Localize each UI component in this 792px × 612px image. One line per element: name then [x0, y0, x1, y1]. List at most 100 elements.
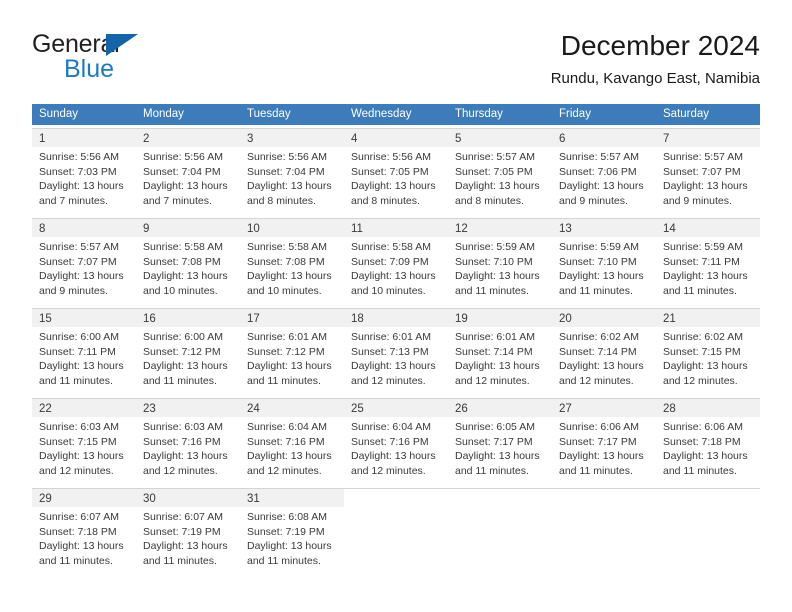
day-number: 6 — [559, 133, 566, 145]
daylight-text-line1: Daylight: 13 hours — [559, 450, 644, 463]
day-number-band: 22 — [32, 399, 136, 417]
calendar-day-cell[interactable]: 29 Sunrise: 6:07 AM Sunset: 7:18 PM Dayligh… — [32, 488, 136, 575]
general-blue-logo[interactable]: General Blue — [32, 30, 212, 86]
calendar-day-cell[interactable]: 16 Sunrise: 6:00 AM Sunset: 7:12 PM Dayligh… — [136, 308, 240, 395]
calendar-day-cell[interactable]: 4 Sunrise: 5:56 AM Sunset: 7:05 PM Daylight… — [344, 128, 448, 215]
day-details — [656, 507, 760, 510]
calendar-day-cell[interactable]: 18 Sunrise: 6:01 AM Sunset: 7:13 PM Dayligh… — [344, 308, 448, 395]
calendar-day-cell[interactable]: 27 Sunrise: 6:06 AM Sunset: 7:17 PM Dayligh… — [552, 398, 656, 485]
day-details: Sunrise: 6:05 AM Sunset: 7:17 PM Daylight:… — [448, 417, 552, 478]
calendar-day-cell[interactable]: 15 Sunrise: 6:00 AM Sunset: 7:11 PM Dayligh… — [32, 308, 136, 395]
sunset-text: Sunset: 7:11 PM — [663, 255, 740, 268]
weekday-header-tuesday: Tuesday — [247, 108, 291, 120]
calendar-day-cell[interactable]: 20 Sunrise: 6:02 AM Sunset: 7:14 PM Dayligh… — [552, 308, 656, 395]
weekday-header-thursday: Thursday — [455, 108, 503, 120]
sunset-text: Sunset: 7:19 PM — [247, 525, 325, 538]
day-number-band: 7 — [656, 129, 760, 147]
day-number: 15 — [39, 313, 52, 325]
sunrise-text: Sunrise: 6:06 AM — [663, 421, 743, 433]
daylight-text-line2: and 11 minutes. — [559, 464, 633, 477]
sunset-text: Sunset: 7:08 PM — [143, 255, 221, 268]
day-number-band: 19 — [448, 309, 552, 327]
day-number-band: 10 — [240, 219, 344, 237]
sunrise-text: Sunrise: 6:04 AM — [247, 421, 327, 433]
day-details: Sunrise: 5:58 AM Sunset: 7:08 PM Daylight:… — [240, 237, 344, 298]
day-details: Sunrise: 6:04 AM Sunset: 7:16 PM Daylight:… — [344, 417, 448, 478]
calendar-day-cell[interactable]: 28 Sunrise: 6:06 AM Sunset: 7:18 PM Dayligh… — [656, 398, 760, 485]
calendar-day-cell[interactable]: 1 Sunrise: 5:56 AM Sunset: 7:03 PM Daylight… — [32, 128, 136, 215]
day-number: 11 — [351, 223, 363, 235]
daylight-text-line1: Daylight: 13 hours — [455, 450, 540, 463]
sunset-text: Sunset: 7:05 PM — [351, 165, 429, 178]
day-number-band: 11 — [344, 219, 448, 237]
calendar-weeks: 1 Sunrise: 5:56 AM Sunset: 7:03 PM Daylight… — [32, 128, 760, 575]
day-number-band: 14 — [656, 219, 760, 237]
sunset-text: Sunset: 7:08 PM — [247, 255, 325, 268]
day-number: 31 — [247, 493, 260, 505]
day-number-band: 12 — [448, 219, 552, 237]
calendar-day-cell[interactable]: 30 Sunrise: 6:07 AM Sunset: 7:19 PM Dayligh… — [136, 488, 240, 575]
calendar-day-cell[interactable]: 12 Sunrise: 5:59 AM Sunset: 7:10 PM Dayligh… — [448, 218, 552, 305]
sunrise-text: Sunrise: 5:59 AM — [663, 241, 743, 253]
day-number: 16 — [143, 313, 156, 325]
daylight-text-line2: and 12 minutes. — [351, 464, 426, 477]
calendar-day-cell[interactable]: 26 Sunrise: 6:05 AM Sunset: 7:17 PM Dayligh… — [448, 398, 552, 485]
calendar-day-cell[interactable]: 2 Sunrise: 5:56 AM Sunset: 7:04 PM Daylight… — [136, 128, 240, 215]
day-number: 14 — [663, 223, 676, 235]
calendar-day-cell[interactable]: 19 Sunrise: 6:01 AM Sunset: 7:14 PM Dayligh… — [448, 308, 552, 395]
daylight-text-line2: and 11 minutes. — [455, 284, 529, 297]
calendar-day-cell[interactable]: 14 Sunrise: 5:59 AM Sunset: 7:11 PM Dayligh… — [656, 218, 760, 305]
calendar-day-cell[interactable]: 22 Sunrise: 6:03 AM Sunset: 7:15 PM Dayligh… — [32, 398, 136, 485]
daylight-text-line1: Daylight: 13 hours — [39, 360, 124, 373]
daylight-text-line2: and 11 minutes. — [663, 464, 737, 477]
weekday-header-wednesday: Wednesday — [351, 108, 412, 120]
daylight-text-line2: and 12 minutes. — [39, 464, 114, 477]
day-number: 28 — [663, 403, 676, 415]
calendar-day-cell[interactable]: 10 Sunrise: 5:58 AM Sunset: 7:08 PM Dayligh… — [240, 218, 344, 305]
day-number-band: 31 — [240, 489, 344, 507]
calendar-day-cell[interactable]: 13 Sunrise: 5:59 AM Sunset: 7:10 PM Dayligh… — [552, 218, 656, 305]
sunset-text: Sunset: 7:12 PM — [143, 345, 221, 358]
daylight-text-line2: and 8 minutes. — [351, 194, 420, 207]
day-details: Sunrise: 6:07 AM Sunset: 7:19 PM Daylight:… — [136, 507, 240, 568]
weekday-header-monday: Monday — [143, 108, 184, 120]
calendar-day-cell[interactable]: 11 Sunrise: 5:58 AM Sunset: 7:09 PM Dayligh… — [344, 218, 448, 305]
daylight-text-line1: Daylight: 13 hours — [247, 540, 332, 553]
sunset-text: Sunset: 7:14 PM — [455, 345, 533, 358]
calendar-day-cell[interactable]: 25 Sunrise: 6:04 AM Sunset: 7:16 PM Dayligh… — [344, 398, 448, 485]
day-number-band: 27 — [552, 399, 656, 417]
daylight-text-line1: Daylight: 13 hours — [559, 270, 644, 283]
day-details: Sunrise: 6:01 AM Sunset: 7:13 PM Daylight:… — [344, 327, 448, 388]
calendar-week-row: 1 Sunrise: 5:56 AM Sunset: 7:03 PM Daylight… — [32, 128, 760, 215]
calendar-day-cell[interactable]: 17 Sunrise: 6:01 AM Sunset: 7:12 PM Dayligh… — [240, 308, 344, 395]
daylight-text-line2: and 11 minutes. — [247, 554, 321, 567]
day-details: Sunrise: 5:59 AM Sunset: 7:10 PM Daylight:… — [552, 237, 656, 298]
daylight-text-line1: Daylight: 13 hours — [663, 450, 748, 463]
sunset-text: Sunset: 7:15 PM — [663, 345, 741, 358]
sunrise-text: Sunrise: 5:57 AM — [39, 241, 119, 253]
calendar-day-cell[interactable]: 24 Sunrise: 6:04 AM Sunset: 7:16 PM Dayligh… — [240, 398, 344, 485]
calendar-day-cell[interactable]: 9 Sunrise: 5:58 AM Sunset: 7:08 PM Daylight… — [136, 218, 240, 305]
calendar-day-cell[interactable]: 23 Sunrise: 6:03 AM Sunset: 7:16 PM Dayligh… — [136, 398, 240, 485]
sunrise-text: Sunrise: 5:56 AM — [39, 151, 119, 163]
calendar-day-cell[interactable]: 21 Sunrise: 6:02 AM Sunset: 7:15 PM Dayligh… — [656, 308, 760, 395]
sunset-text: Sunset: 7:16 PM — [351, 435, 429, 448]
sunrise-text: Sunrise: 6:01 AM — [351, 331, 431, 343]
calendar-day-cell[interactable]: 6 Sunrise: 5:57 AM Sunset: 7:06 PM Daylight… — [552, 128, 656, 215]
day-number-band: 13 — [552, 219, 656, 237]
sunset-text: Sunset: 7:13 PM — [351, 345, 429, 358]
day-details: Sunrise: 6:01 AM Sunset: 7:14 PM Daylight:… — [448, 327, 552, 388]
sunset-text: Sunset: 7:14 PM — [559, 345, 637, 358]
sunrise-text: Sunrise: 6:01 AM — [247, 331, 327, 343]
calendar-day-cell[interactable]: 8 Sunrise: 5:57 AM Sunset: 7:07 PM Daylight… — [32, 218, 136, 305]
calendar-day-cell[interactable]: 5 Sunrise: 5:57 AM Sunset: 7:05 PM Daylight… — [448, 128, 552, 215]
daylight-text-line2: and 11 minutes. — [143, 374, 217, 387]
daylight-text-line2: and 11 minutes. — [39, 374, 113, 387]
daylight-text-line2: and 11 minutes. — [455, 464, 529, 477]
sunset-text: Sunset: 7:15 PM — [39, 435, 117, 448]
daylight-text-line2: and 12 minutes. — [351, 374, 426, 387]
calendar-day-cell[interactable]: 31 Sunrise: 6:08 AM Sunset: 7:19 PM Dayligh… — [240, 488, 344, 575]
sunset-text: Sunset: 7:07 PM — [39, 255, 117, 268]
calendar-day-cell[interactable]: 7 Sunrise: 5:57 AM Sunset: 7:07 PM Daylight… — [656, 128, 760, 215]
calendar-day-cell[interactable]: 3 Sunrise: 5:56 AM Sunset: 7:04 PM Daylight… — [240, 128, 344, 215]
